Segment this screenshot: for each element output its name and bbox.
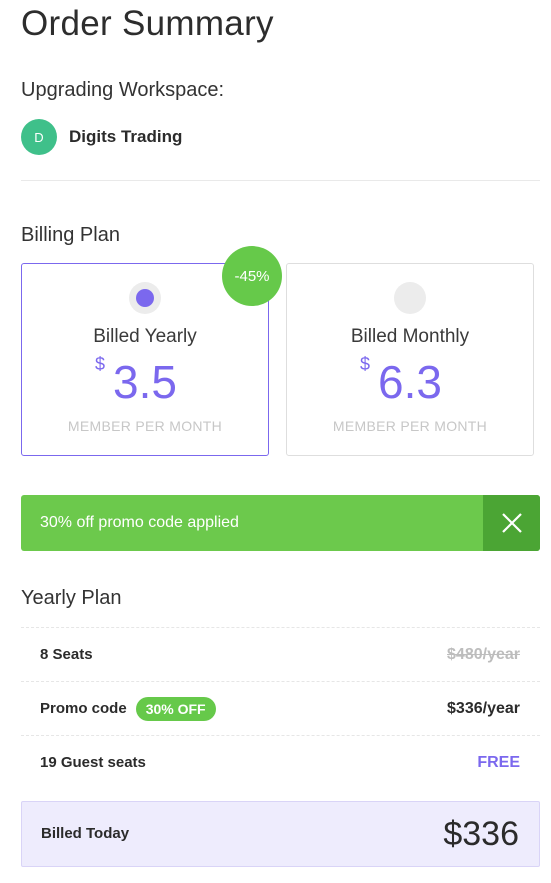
- plan-yearly-name: Billed Yearly: [93, 326, 197, 347]
- billed-today-label: Billed Today: [41, 825, 130, 842]
- plan-monthly-currency: $: [360, 354, 371, 374]
- seats-label: 8 Seats: [40, 646, 93, 663]
- guest-seats-price: FREE: [477, 754, 520, 771]
- promo-row-label-group: Promo code 30% OFF: [40, 682, 216, 735]
- radio-selected-dot: [136, 289, 154, 307]
- promo-close-button[interactable]: [483, 495, 540, 551]
- plan-yearly-amount: 3.5: [113, 356, 177, 408]
- plan-yearly-price: $ 3.5: [22, 354, 268, 410]
- summary-row-promo: Promo code 30% OFF $336/year: [21, 681, 540, 735]
- billed-today-amount: $336: [443, 815, 519, 853]
- plan-card-monthly[interactable]: Billed Monthly $ 6.3 MEMBER PER MONTH: [286, 263, 534, 456]
- summary-row-guests: 19 Guest seats FREE: [21, 735, 540, 789]
- plan-monthly-price: $ 6.3: [287, 354, 533, 410]
- plan-yearly-per-label: MEMBER PER MONTH: [67, 418, 223, 434]
- workspace-row: D Digits Trading: [21, 119, 182, 155]
- workspace-label: Upgrading Workspace:: [21, 79, 225, 101]
- billed-today-box: Billed Today $336: [21, 801, 540, 867]
- seats-original-price: $480/year: [447, 646, 520, 663]
- plan-monthly-amount: 6.3: [378, 356, 442, 408]
- page-title: Order Summary: [21, 4, 274, 43]
- promo-banner-text: 30% off promo code applied: [40, 514, 239, 531]
- section-divider: [21, 180, 540, 181]
- plan-monthly-per-label: MEMBER PER MONTH: [332, 418, 488, 434]
- guest-seats-label: 19 Guest seats: [40, 754, 146, 771]
- plan-yearly-currency: $: [95, 354, 106, 374]
- yearly-plan-label: Yearly Plan: [21, 587, 122, 609]
- plan-monthly-name: Billed Monthly: [350, 326, 470, 347]
- billing-plan-label: Billing Plan: [21, 224, 120, 246]
- promo-price: $336/year: [447, 700, 520, 717]
- promo-banner: 30% off promo code applied: [21, 495, 540, 551]
- promo-code-label: Promo code: [40, 700, 127, 717]
- plan-yearly-radio[interactable]: [129, 282, 161, 314]
- discount-badge: -45%: [222, 246, 282, 306]
- workspace-avatar: D: [21, 119, 57, 155]
- workspace-name: Digits Trading: [69, 127, 183, 146]
- close-icon: [502, 513, 522, 533]
- summary-row-seats: 8 Seats $480/year: [21, 627, 540, 681]
- promo-off-badge: 30% OFF: [135, 696, 216, 721]
- plan-monthly-radio[interactable]: [394, 282, 426, 314]
